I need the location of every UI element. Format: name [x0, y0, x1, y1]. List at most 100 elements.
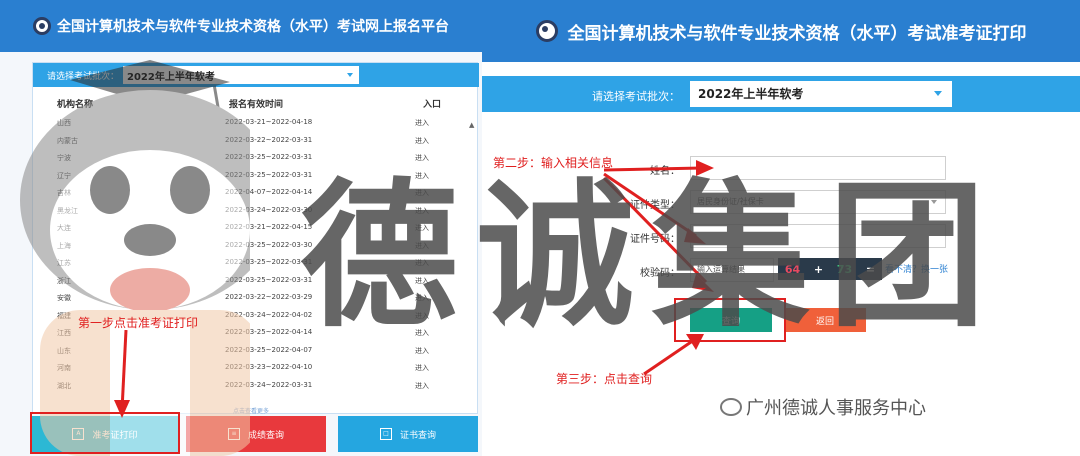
entry-link[interactable]: 进入	[415, 293, 429, 303]
institution-name: 江苏	[57, 259, 71, 267]
institution-name: 黑龙江	[57, 206, 78, 215]
entry-link[interactable]: 进入	[415, 328, 429, 338]
step2-arrows-icon	[602, 160, 714, 292]
chevron-down-icon	[931, 200, 937, 204]
valid-time: 2022-03-25~2022-03-31	[225, 275, 313, 284]
institution-rows: 山西 2022-03-21~2022-04-18 进入 内蒙古 2022-03-22~2…	[33, 115, 479, 405]
entry-link[interactable]: 进入	[415, 241, 429, 251]
registration-platform-panel: 全国计算机技术与软件专业技术资格（水平）考试网上报名平台 请选择考试批次： 20…	[0, 0, 482, 456]
institution-name: 安徽	[57, 294, 71, 302]
chevron-down-icon	[934, 91, 942, 96]
table-row: 辽宁 2022-03-25~2022-03-31 进入	[33, 168, 479, 185]
certificate-query-button[interactable]: □ 证书查询	[338, 416, 478, 452]
valid-time: 2022-03-23~2022-04-10	[225, 363, 313, 371]
right-batch-label: 请选择考试批次：	[592, 90, 680, 103]
idno-input[interactable]	[690, 224, 946, 248]
table-header: 机构名称 报名有效时间 入口	[33, 95, 479, 113]
entry-link[interactable]: 进入	[415, 188, 429, 198]
valid-time: 2022-03-24~2022-03-31	[225, 380, 313, 389]
entry-link[interactable]: 进入	[415, 381, 429, 391]
valid-time: 2022-03-22~2022-03-31	[225, 135, 313, 144]
entry-link[interactable]: 进入	[415, 206, 429, 216]
entry-link[interactable]: 进入	[415, 363, 429, 373]
institution-name: 吉林	[57, 189, 71, 197]
step1-arrow-icon	[114, 330, 130, 418]
certificate-icon: □	[379, 428, 392, 440]
batch-select-bar: 请选择考试批次： 2022年上半年软考	[33, 63, 479, 87]
batch-select-value: 2022年上半年软考	[127, 71, 215, 83]
back-button[interactable]: 返回	[784, 308, 866, 332]
table-row: 黑龙江 2022-03-24~2022-03-30 进入	[33, 203, 479, 220]
step3-arrow-icon	[643, 334, 704, 376]
table-row: 湖北 2022-03-24~2022-03-31 进入	[33, 378, 479, 395]
table-row: 吉林 2022-04-07~2022-04-14 进入	[33, 185, 479, 202]
institution-name: 大连	[57, 224, 71, 232]
institution-name: 上海	[57, 241, 71, 250]
institution-name: 福建	[57, 311, 71, 320]
batch-select[interactable]: 2022年上半年软考	[123, 66, 360, 84]
wechat-icon	[720, 398, 742, 416]
valid-time: 2022-04-07~2022-04-14	[225, 188, 313, 196]
scroll-up-icon[interactable]: ▲	[469, 121, 475, 133]
valid-time: 2022-03-25~2022-04-14	[225, 328, 313, 336]
step2-annotation: 第二步：输入相关信息	[493, 156, 614, 170]
institution-name: 湖北	[57, 381, 71, 390]
platform-title: 全国计算机技术与软件专业技术资格（水平）考试网上报名平台	[57, 19, 449, 35]
captcha-number-a: 64	[784, 262, 801, 276]
table-row: 安徽 2022-03-22~2022-03-29 进入	[33, 290, 479, 307]
more-tip[interactable]: 点击查看更多	[233, 406, 269, 415]
admit-card-header: 全国计算机技术与软件专业技术资格（水平）考试准考证打印	[482, 0, 1080, 62]
ruankao-logo-icon	[535, 20, 558, 42]
right-batch-select[interactable]: 2022年上半年软考	[690, 81, 952, 107]
entry-link[interactable]: 进入	[415, 153, 429, 163]
table-row: 河南 2022-03-23~2022-04-10 进入	[33, 360, 479, 377]
institution-list-card: 请选择考试批次： 2022年上半年软考 机构名称 报名有效时间 入口 山西 202…	[32, 62, 479, 415]
ruankao-logo-icon	[33, 17, 51, 35]
right-batch-bar: 请选择考试批次： 2022年上半年软考	[482, 76, 1080, 112]
valid-time: 2022-03-25~2022-03-31	[225, 153, 313, 161]
col-entry: 入口	[423, 100, 442, 110]
entry-link[interactable]: 进入	[415, 311, 429, 321]
platform-header: 全国计算机技术与软件专业技术资格（水平）考试网上报名平台	[0, 0, 482, 52]
institution-name: 江西	[57, 329, 71, 337]
entry-link[interactable]: 进入	[415, 346, 429, 356]
table-row: 浙江 2022-03-25~2022-03-31 进入	[33, 273, 479, 290]
entry-link[interactable]: 进入	[415, 118, 429, 128]
score-query-label: 成绩查询	[247, 430, 284, 441]
name-input[interactable]	[690, 156, 946, 180]
entry-link[interactable]: 进入	[415, 171, 429, 181]
col-institution: 机构名称	[57, 100, 94, 110]
table-row: 内蒙古 2022-03-22~2022-03-31 进入	[33, 133, 479, 150]
right-batch-value: 2022年上半年软考	[698, 87, 804, 101]
entry-link[interactable]: 进入	[415, 136, 429, 146]
valid-time: 2022-03-25~2022-04-07	[225, 345, 313, 354]
table-row: 江苏 2022-03-25~2022-03-31 进入	[33, 255, 479, 272]
captcha-number-b: 73	[836, 262, 853, 276]
step1-annotation: 第一步点击准考证打印	[78, 316, 199, 330]
valid-time: 2022-03-24~2022-04-02	[225, 310, 313, 319]
captcha-operator: +	[813, 262, 824, 276]
institution-name: 河南	[57, 364, 71, 372]
certificate-query-label: 证书查询	[399, 430, 436, 441]
captcha-equals: =	[865, 262, 876, 276]
admit-card-highlight	[30, 412, 180, 454]
idtype-select[interactable]: 居民身份证/社保卡	[690, 190, 946, 214]
valid-time: 2022-03-21~2022-04-18	[225, 118, 313, 126]
entry-link[interactable]: 进入	[415, 258, 429, 268]
institution-name: 山西	[57, 119, 71, 127]
valid-time: 2022-03-25~2022-03-30	[225, 240, 313, 249]
step3-annotation: 第三步：点击查询	[556, 372, 653, 386]
valid-time: 2022-03-21~2022-04-15	[225, 223, 313, 231]
col-valid-time: 报名有效时间	[229, 100, 284, 110]
wechat-watermark: 广州德诚人事服务中心	[720, 394, 926, 420]
entry-link[interactable]: 进入	[415, 223, 429, 233]
admit-card-print-panel: 全国计算机技术与软件专业技术资格（水平）考试准考证打印 请选择考试批次： 202…	[482, 0, 1080, 456]
table-row: 宁波 2022-03-25~2022-03-31 进入	[33, 150, 479, 167]
score-query-button[interactable]: ≡ 成绩查询	[186, 416, 326, 452]
wechat-account-text: 广州德诚人事服务中心	[746, 398, 926, 419]
refresh-captcha-link[interactable]: 看不清？换一张	[885, 262, 948, 275]
score-doc-icon: ≡	[227, 428, 240, 440]
captcha-image[interactable]: 64 + 73 =	[778, 258, 882, 280]
entry-link[interactable]: 进入	[415, 276, 429, 286]
valid-time: 2022-03-25~2022-03-31	[225, 170, 313, 179]
